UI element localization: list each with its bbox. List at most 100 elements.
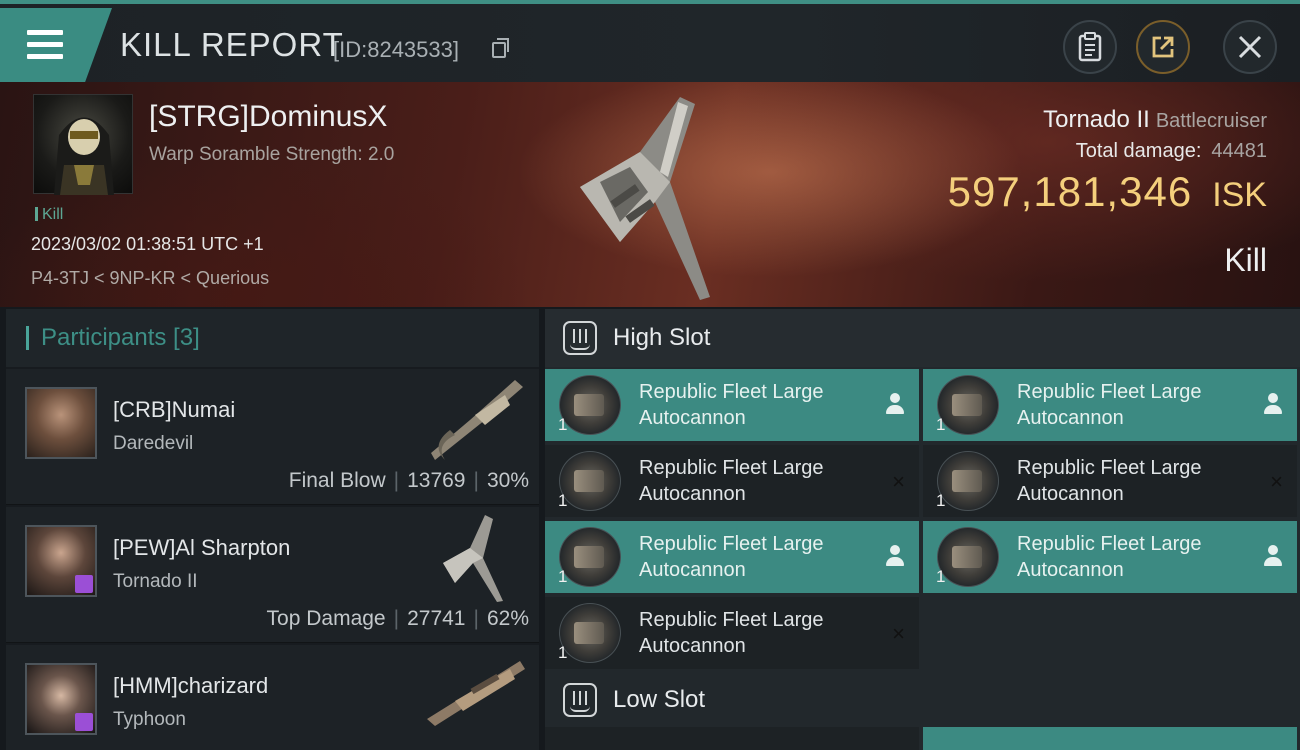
autocannon-icon — [559, 375, 621, 435]
isk-unit: ISK — [1212, 176, 1267, 214]
kill-location[interactable]: P4-3TJ < 9NP-KR < Querious — [31, 268, 269, 289]
header-accent-bar — [26, 326, 29, 350]
participants-panel: Participants [3] [CRB]Numai Daredevil Fi… — [6, 309, 539, 750]
participant-ship-image — [443, 515, 503, 602]
share-button[interactable] — [1136, 20, 1190, 74]
page-title: KILL REPORT — [120, 26, 344, 63]
module-name: Republic Fleet Large Autocannon — [639, 381, 824, 429]
participant-ship: Typhoon — [113, 709, 186, 730]
avatar[interactable] — [25, 663, 97, 735]
participant-row[interactable]: [CRB]Numai Daredevil Final Blow | 13769 | 30… — [6, 369, 539, 505]
module-quantity: 1 — [558, 415, 568, 434]
result-label: Kill — [1224, 242, 1267, 278]
isk-amount: 597,181,346 — [947, 168, 1193, 215]
menu-icon — [27, 30, 63, 60]
module-name: Republic Fleet Large Autocannon — [639, 609, 824, 657]
share-icon — [1152, 36, 1174, 58]
module-slot[interactable]: 1 Republic Fleet Large Autocannon — [923, 521, 1297, 593]
victim-banner: [STRG]DominusX Warp Soramble Strength: 2… — [0, 82, 1300, 307]
participant-ship: Daredevil — [113, 433, 194, 454]
module-slot[interactable] — [923, 727, 1297, 750]
victim-ship-image[interactable] — [560, 92, 740, 302]
participants-title: Participants [3] — [41, 324, 200, 351]
participant-name: [PEW]Al Sharpton — [113, 535, 291, 560]
participant-percent: 30% — [486, 469, 529, 492]
participants-header: Participants [3] — [6, 309, 539, 367]
person-icon — [885, 545, 905, 567]
participant-ship: Tornado II — [113, 571, 198, 592]
top-bar: KILL REPORT [ID:8243533] — [0, 0, 1300, 82]
participant-name: [CRB]Numai — [113, 397, 236, 422]
participant-row[interactable]: [PEW]Al Sharpton Tornado II Top Damage | 2… — [6, 507, 539, 643]
victim-portrait[interactable] — [33, 94, 133, 195]
implant-badge — [75, 575, 93, 593]
autocannon-icon — [559, 527, 621, 587]
participant-damage: 27741 — [407, 607, 466, 630]
kill-tag: Kill — [35, 206, 63, 224]
module-slot[interactable]: 1 Republic Fleet Large Autocannon × — [923, 445, 1297, 517]
victim-ship[interactable]: Tornado II Battlecruiser — [1043, 106, 1267, 134]
module-slot[interactable] — [545, 727, 919, 750]
autocannon-icon — [937, 451, 999, 511]
module-slot[interactable]: 1 Republic Fleet Large Autocannon — [545, 521, 919, 593]
avatar[interactable] — [25, 387, 97, 459]
victim-ship-name: Tornado II — [1043, 106, 1150, 133]
participant-stat-label: Final Blow — [288, 469, 386, 492]
autocannon-icon — [559, 603, 621, 663]
module-slot[interactable]: 1 Republic Fleet Large Autocannon × — [545, 597, 919, 669]
module-quantity: 1 — [936, 415, 946, 434]
module-slot[interactable]: 1 Republic Fleet Large Autocannon — [545, 369, 919, 441]
close-button[interactable] — [1223, 20, 1277, 74]
module-quantity: 1 — [558, 643, 568, 662]
dropped-status — [885, 393, 905, 421]
clipboard-button[interactable] — [1063, 20, 1117, 74]
destroyed-icon: × — [892, 469, 905, 494]
low-slot-header: Low Slot — [545, 671, 1300, 729]
avatar — [54, 117, 114, 195]
module-name: Republic Fleet Large Autocannon — [639, 457, 824, 505]
isk-value: 597,181,346 ISK — [948, 168, 1267, 216]
autocannon-icon — [559, 451, 621, 511]
module-slot[interactable]: 1 Republic Fleet Large Autocannon × — [545, 445, 919, 517]
person-icon — [1263, 393, 1283, 415]
total-damage: Total damage: 44481 — [1076, 140, 1267, 163]
destroyed-icon: × — [892, 621, 905, 646]
autocannon-icon — [937, 375, 999, 435]
victim-ship-class: Battlecruiser — [1155, 110, 1267, 132]
clipboard-icon — [1078, 32, 1102, 62]
dropped-status — [885, 545, 905, 573]
module-quantity: 1 — [936, 567, 946, 586]
close-icon — [1238, 35, 1262, 59]
module-slot[interactable]: 1 Republic Fleet Large Autocannon — [923, 369, 1297, 441]
participant-percent: 62% — [486, 607, 529, 630]
avatar[interactable] — [25, 525, 97, 597]
fitting-panel: High Slot 1 Republic Fleet Large Autocann… — [545, 309, 1300, 750]
destroyed-icon: × — [1270, 469, 1283, 494]
participant-name: [HMM]charizard — [113, 673, 269, 698]
participant-damage: 13769 — [407, 469, 466, 492]
copy-icon[interactable] — [492, 38, 509, 58]
participant-ship-image — [427, 661, 525, 726]
menu-button[interactable] — [0, 8, 112, 82]
module-name: Republic Fleet Large Autocannon — [1017, 457, 1202, 505]
low-slot-icon — [563, 683, 597, 717]
participant-ship-image — [431, 380, 523, 460]
person-icon — [885, 393, 905, 415]
dropped-status — [1263, 545, 1283, 573]
victim-name[interactable]: [STRG]DominusX — [149, 100, 387, 134]
total-damage-label: Total damage: — [1075, 140, 1202, 162]
kill-time: 2023/03/02 01:38:51 UTC +1 — [31, 234, 264, 254]
person-icon — [1263, 545, 1283, 567]
warp-scramble-strength: Warp Soramble Strength: 2.0 — [149, 144, 395, 165]
dropped-status — [1263, 393, 1283, 421]
implant-badge — [75, 713, 93, 731]
high-slot-title: High Slot — [613, 324, 711, 351]
module-name: Republic Fleet Large Autocannon — [639, 533, 824, 581]
module-quantity: 1 — [558, 567, 568, 586]
participant-stats: Final Blow | 13769 | 30% — [288, 469, 529, 492]
module-name: Republic Fleet Large Autocannon — [1017, 533, 1202, 581]
kill-id: [ID:8243533] — [333, 37, 459, 62]
module-name: Republic Fleet Large Autocannon — [1017, 381, 1202, 429]
module-quantity: 1 — [936, 491, 946, 510]
participant-row[interactable]: [HMM]charizard Typhoon — [6, 645, 539, 750]
